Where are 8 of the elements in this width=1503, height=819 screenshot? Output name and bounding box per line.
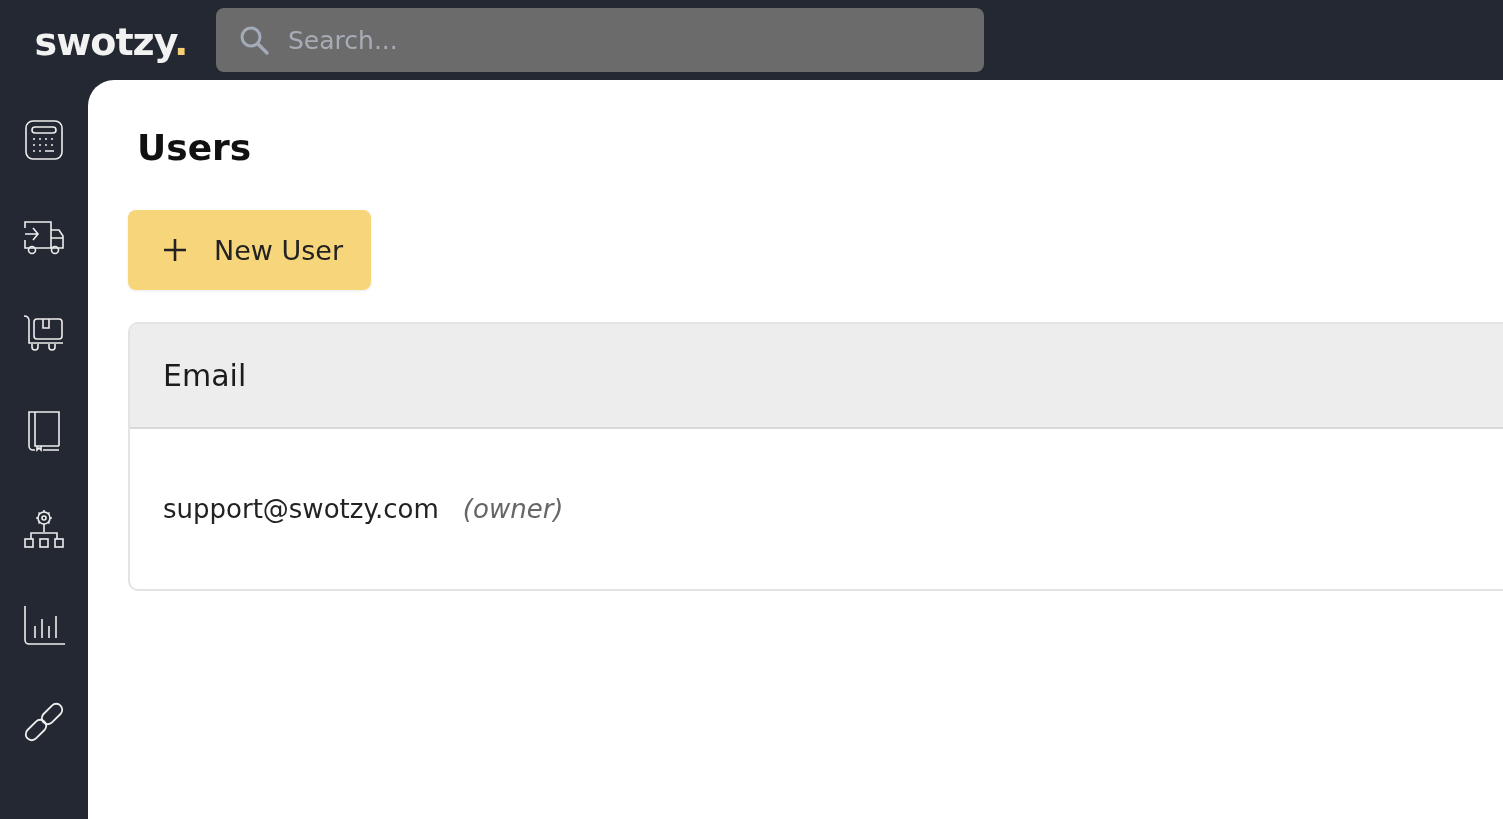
- page-title: Users: [137, 126, 253, 170]
- role-text: (owner): [462, 494, 564, 524]
- plus-icon: [162, 237, 188, 263]
- column-header: Email: [163, 358, 247, 393]
- email-text: support@swotzy.com: [163, 494, 439, 524]
- new-user-button[interactable]: New User: [128, 210, 371, 290]
- logo: swotzy.: [33, 20, 188, 64]
- search-field[interactable]: Search...: [216, 8, 984, 72]
